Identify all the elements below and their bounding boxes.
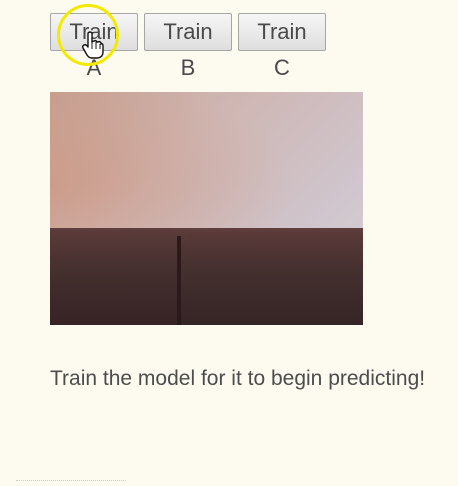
- webcam-video: [50, 92, 363, 325]
- prediction-status: Train the model for it to begin predicti…: [50, 367, 426, 390]
- webcam-sofa-cushion-right: [181, 232, 363, 325]
- train-toolbar: Train A Train B Train C: [50, 13, 326, 80]
- train-b-button[interactable]: Train B: [144, 13, 232, 80]
- webcam-sofa-seam: [177, 236, 181, 325]
- train-a-button[interactable]: Train A: [50, 13, 138, 80]
- webcam-sofa-cushion-left: [50, 230, 178, 325]
- footer-divider: [16, 480, 126, 484]
- train-c-button[interactable]: Train C: [238, 13, 326, 80]
